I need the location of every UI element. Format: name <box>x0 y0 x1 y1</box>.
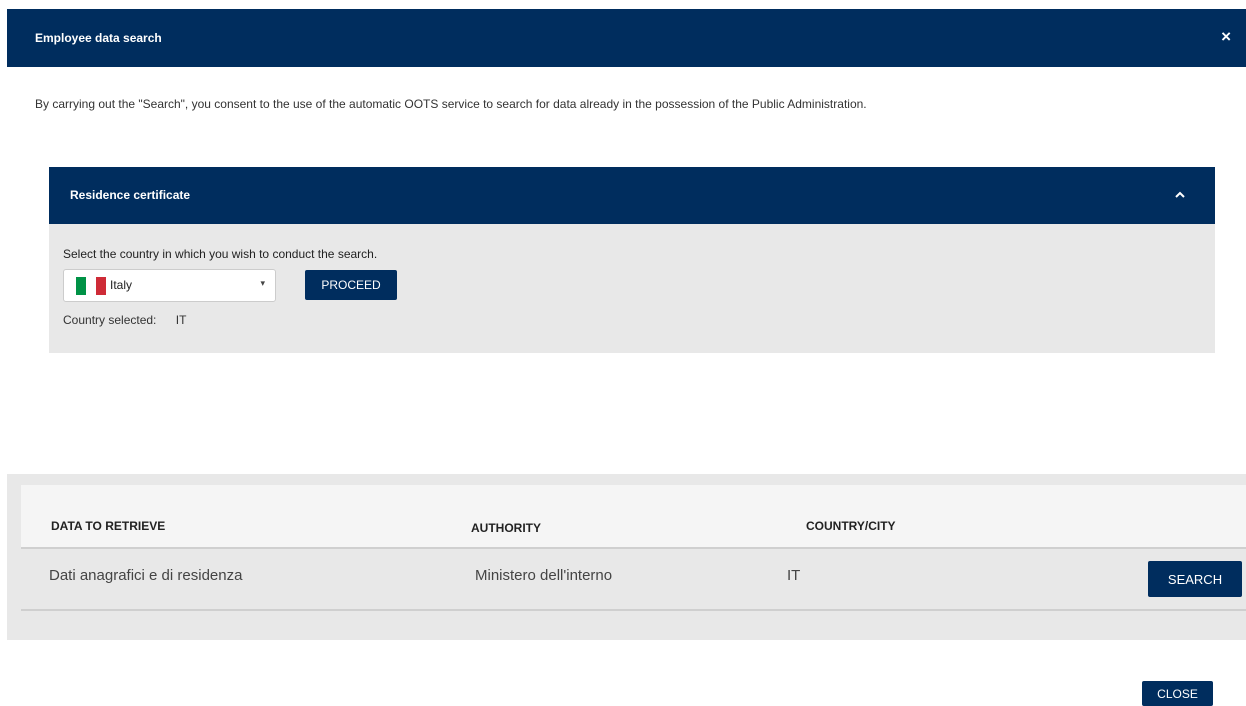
panel-body: Select the country in which you wish to … <box>49 224 1215 353</box>
panel-title: Residence certificate <box>70 188 191 202</box>
country-select[interactable]: Italy ▾ <box>63 269 276 302</box>
chevron-up-icon[interactable] <box>1175 190 1185 200</box>
column-header-data: DATA TO RETRIEVE <box>51 519 166 533</box>
country-selected-value: IT <box>175 313 187 327</box>
consent-text: By carrying out the "Search", you consen… <box>35 97 867 111</box>
cell-country: IT <box>787 567 801 584</box>
caret-down-icon: ▾ <box>260 278 265 288</box>
dialog-header: Employee data search × <box>7 9 1246 67</box>
country-prompt: Select the country in which you wish to … <box>63 247 378 261</box>
close-icon[interactable]: × <box>1221 28 1231 45</box>
table-header: DATA TO RETRIEVE AUTHORITY COUNTRY/CITY <box>21 485 1246 549</box>
proceed-button[interactable]: PROCEED <box>305 270 397 300</box>
dialog-title: Employee data search <box>35 31 162 45</box>
close-button[interactable]: CLOSE <box>1142 681 1213 706</box>
search-button[interactable]: SEARCH <box>1148 561 1242 597</box>
cell-data: Dati anagrafici e di residenza <box>49 567 243 584</box>
country-selected: Country selected: IT <box>63 313 186 327</box>
country-select-value: Italy <box>110 278 133 292</box>
column-header-authority: AUTHORITY <box>471 521 541 535</box>
table-row: Dati anagrafici e di residenza Ministero… <box>21 549 1246 611</box>
panel-header[interactable]: Residence certificate <box>49 167 1215 224</box>
cell-authority: Ministero dell'interno <box>475 567 613 584</box>
column-header-country: COUNTRY/CITY <box>806 519 896 533</box>
italy-flag-icon <box>76 277 106 295</box>
results-table: DATA TO RETRIEVE AUTHORITY COUNTRY/CITY … <box>7 474 1246 640</box>
country-selected-label: Country selected: <box>63 313 157 327</box>
